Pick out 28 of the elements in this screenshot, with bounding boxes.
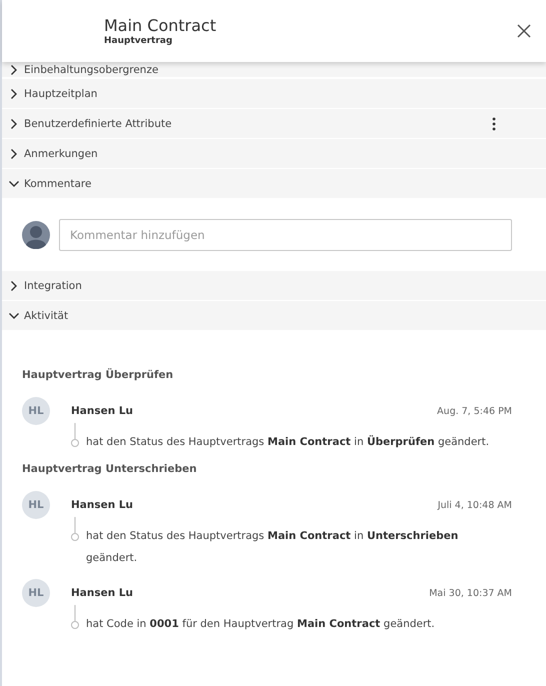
close-icon (516, 23, 532, 39)
timestamp: Mai 30, 10:37 AM (429, 588, 512, 598)
section-header[interactable]: Kommentare (2, 169, 546, 198)
user-initials-avatar: HL (22, 397, 50, 425)
activity-text: hat Code in 0001 für den Hauptvertrag Main Contract geändert. (86, 617, 435, 632)
section-header[interactable]: Anmerkungen (2, 139, 546, 168)
more-icon (492, 116, 496, 130)
user-initials-avatar: HL (22, 579, 50, 607)
section-header[interactable]: Integration (2, 271, 546, 300)
user-name: Hansen Lu (71, 499, 134, 511)
activity-text: hat den Status des Hauptvertrags Main Contract in Überprüfen geändert. (86, 434, 490, 450)
user-name: Hansen Lu (71, 405, 134, 417)
activity-group-title: Hauptvertrag Überprüfen (22, 369, 174, 381)
activity-text: hat den Status des Hauptvertrags Main Contract in Unterschrieben geändert. (86, 529, 460, 566)
user-name: Hansen Lu (71, 587, 134, 599)
comment-field[interactable]: Kommentar hinzufügen (59, 219, 512, 251)
user-avatar-icon (22, 221, 50, 249)
timestamp: Aug. 7, 5:46 PM (437, 406, 512, 416)
contract-type: Hauptvertrag (104, 36, 174, 46)
section-header[interactable]: Einbehaltungsobergrenze (2, 62, 546, 77)
section-header[interactable]: Aktivität (2, 301, 546, 330)
activity-group-title: Hauptvertrag Unterschrieben (22, 463, 198, 475)
timestamp: Juli 4, 10:48 AM (438, 500, 512, 510)
contract-title: Main Contract (104, 16, 216, 36)
more-button[interactable] (490, 114, 498, 132)
section-header[interactable]: Benutzerdefinierte Attribute (2, 109, 546, 138)
section-header[interactable]: Hauptzeitplan (2, 79, 546, 108)
user-initials-avatar: HL (22, 491, 50, 519)
